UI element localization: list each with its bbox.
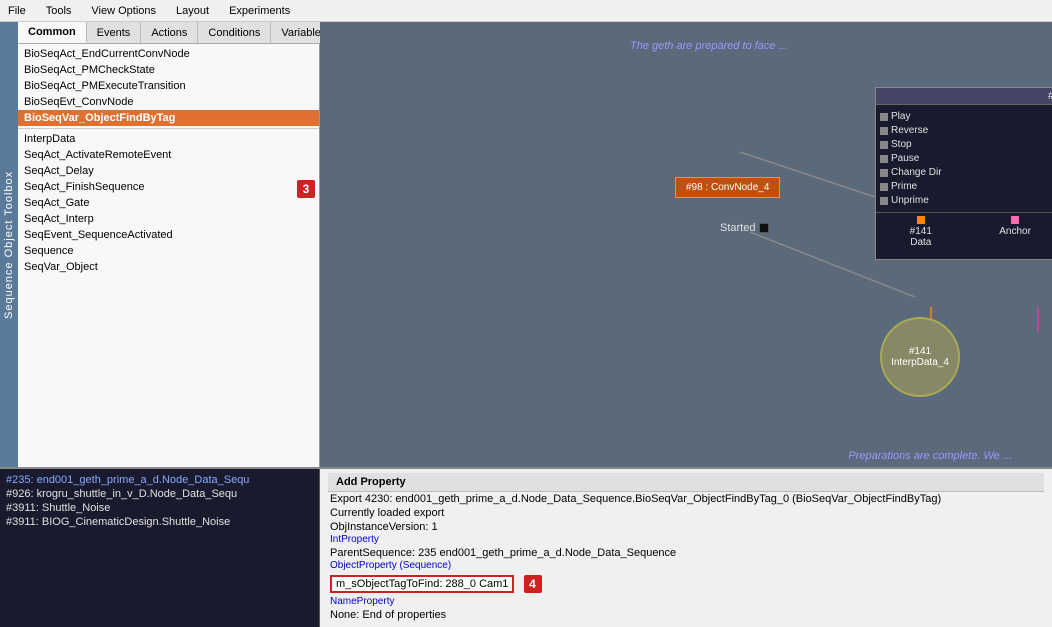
toolbox-item-1[interactable]: BioSeqAct_PMCheckState [18,62,319,78]
menu-view-options[interactable]: View Options [87,3,160,19]
top-area: Sequence Object Toolbox Common Events Ac… [0,22,1052,467]
port-dot-stop [880,141,888,149]
port-anchor: Anchor [999,216,1031,256]
toolbox-tabs: Common Events Actions Conditions Variabl… [18,22,319,44]
toolbox-item-4[interactable]: BioSeqVar_ObjectFindByTag [18,110,319,126]
loaded-line: Currently loaded export [328,506,1044,520]
export-line: Export 4230: end001_geth_prime_a_d.Node_… [328,492,1044,506]
badge-3: 3 [297,180,315,198]
add-property-button[interactable]: Add Property [328,473,1044,492]
interpdata4-node[interactable]: #141InterpData_4 [880,317,960,397]
convnode4-label: #98 : ConvNode_4 [675,177,780,198]
bottom-item-0[interactable]: #235: end001_geth_prime_a_d.Node_Data_Se… [4,473,315,487]
toolbox-item-2[interactable]: BioSeqAct_PMExecuteTransition [18,78,319,94]
port-dot-unprime [880,197,888,205]
toolbox-item-8[interactable]: SeqAct_FinishSequence [18,179,319,195]
tab-actions[interactable]: Actions [141,22,198,43]
port-dot-changedir [880,169,888,177]
toolbox-item-10[interactable]: SeqAct_Interp [18,211,319,227]
bottom-panel: #235: end001_geth_prime_a_d.Node_Data_Se… [0,467,1052,627]
port-reverse: Reverse [880,125,942,136]
menu-tools[interactable]: Tools [42,3,76,19]
port-dot-reverse [880,127,888,135]
toolbox-item-3[interactable]: BioSeqEvt_ConvNode [18,94,319,110]
toolbox-item-13[interactable]: SeqVar_Object [18,259,319,275]
tab-common[interactable]: Common [18,22,87,43]
interp4-bottom-ports: #141Data Anchor Conversation #1836Cam1 [876,212,1052,259]
tab-conditions[interactable]: Conditions [198,22,271,43]
menu-bar: File Tools View Options Layout Experimen… [0,0,1052,22]
toolbox-item-7[interactable]: SeqAct_Delay [18,163,319,179]
interp4-node[interactable]: #220 : Interp_4 Play Reverse [875,87,1052,260]
menu-experiments[interactable]: Experiments [225,3,294,19]
port-unprime: Unprime [880,195,942,206]
port-dot-prime [880,183,888,191]
canvas-bg-text-top: The geth are prepared to face ... [630,40,788,52]
bottom-item-2[interactable]: #3911: Shuttle_Noise [4,501,315,515]
interp4-header: #220 : Interp_4 [876,88,1052,105]
convnode4-node[interactable]: #98 : ConvNode_4 [675,177,780,198]
interpdata4-circle: #141InterpData_4 [880,317,960,397]
toolbox-item-12[interactable]: Sequence [18,243,319,259]
bottom-item-3[interactable]: #3911: BIOG_CinematicDesign.Shuttle_Nois… [4,515,315,529]
menu-layout[interactable]: Layout [172,3,213,19]
port-prime: Prime [880,181,942,192]
started-label: Started [720,222,769,234]
canvas-area[interactable]: The geth are prepared to face ... Prepar… [320,22,1052,467]
tab-events[interactable]: Events [87,22,142,43]
prop-0-name: ObjInstanceVersion: 1 IntProperty [328,520,1044,546]
menu-file[interactable]: File [4,3,30,19]
toolbox-item-0[interactable]: BioSeqAct_EndCurrentConvNode [18,46,319,62]
port-changedir: Change Dir [880,167,942,178]
bottom-left-panel: #235: end001_geth_prime_a_d.Node_Data_Se… [0,469,320,627]
toolbox-list: BioSeqAct_EndCurrentConvNode BioSeqAct_P… [18,44,319,467]
toolbox-item-5[interactable]: InterpData [18,131,319,147]
port-dot-pause [880,155,888,163]
interp4-body: Play Reverse Stop Pause [876,105,1052,212]
prop-1-name: ParentSequence: 235 end001_geth_prime_a_… [328,546,1044,572]
toolbox-item-11[interactable]: SeqEvent_SequenceActivated [18,227,319,243]
port-play: Play [880,111,942,122]
toolbox-item-9[interactable]: SeqAct_Gate [18,195,319,211]
bottom-item-1[interactable]: #926: krogru_shuttle_in_v_D.Node_Data_Se… [4,487,315,501]
interp4-ports-left: Play Reverse Stop Pause [876,109,946,208]
port-pause: Pause [880,153,942,164]
toolbox-item-6[interactable]: SeqAct_ActivateRemoteEvent [18,147,319,163]
main-layout: Sequence Object Toolbox Common Events Ac… [0,22,1052,627]
toolbox-inner: Common Events Actions Conditions Variabl… [18,22,319,467]
toolbox-section-divider [18,128,319,129]
started-connector [759,223,769,233]
badge-4: 4 [524,575,542,593]
bottom-right-panel: Add Property Export 4230: end001_geth_pr… [320,469,1052,627]
prop-2-name: m_sObjectTagToFind: 288_0 Cam1 4 NamePro… [328,572,1044,608]
port-data: #141Data [910,216,932,256]
prop-3-name: None: End of properties [328,608,1044,622]
toolbox-label: Sequence Object Toolbox [0,22,18,467]
canvas-bg-text-bottom: Preparations are complete. We ... [848,450,1012,462]
port-stop: Stop [880,139,942,150]
toolbox-sidebar: Sequence Object Toolbox Common Events Ac… [0,22,320,467]
port-dot-play [880,113,888,121]
